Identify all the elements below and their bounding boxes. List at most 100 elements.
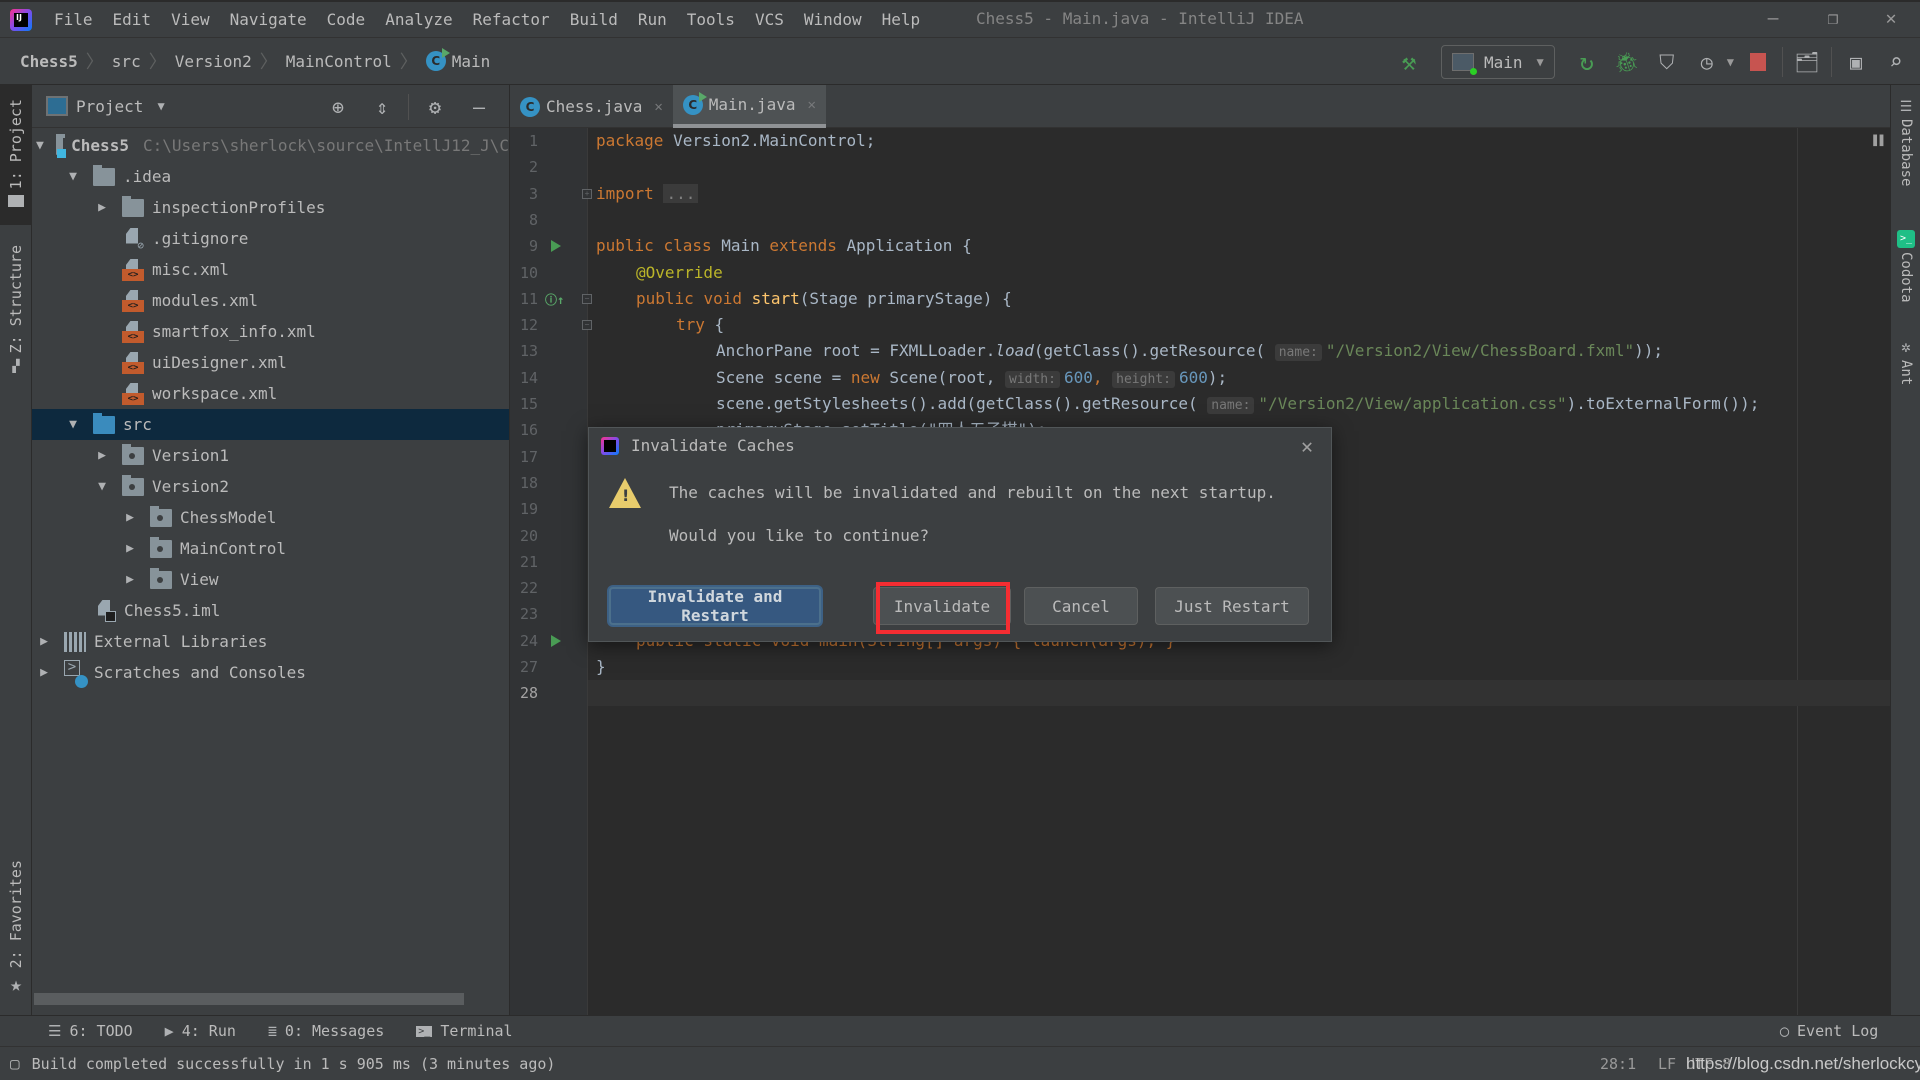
gear-icon[interactable]: ⚙ bbox=[413, 95, 457, 119]
stop-icon[interactable] bbox=[1738, 44, 1778, 80]
fold-collapse-icon[interactable]: − bbox=[582, 294, 592, 304]
close-tab-icon[interactable]: ✕ bbox=[807, 97, 815, 113]
rerun-icon[interactable]: ↻ bbox=[1567, 44, 1607, 80]
tool-window-todo[interactable]: ☰ 6: TODO bbox=[48, 1022, 133, 1040]
expand-arrow-icon[interactable]: ▼ bbox=[65, 417, 81, 432]
menu-view[interactable]: View bbox=[161, 10, 220, 29]
run-class-gutter-icon[interactable] bbox=[551, 240, 561, 252]
chevron-down-icon[interactable]: ▼ bbox=[157, 99, 164, 113]
tree-item-chess5-iml[interactable]: Chess5.iml bbox=[32, 595, 509, 626]
project-panel-title[interactable]: Project bbox=[76, 97, 143, 116]
cancel-button[interactable]: Cancel bbox=[1024, 587, 1138, 625]
breadcrumb-version2[interactable]: Version2 bbox=[175, 52, 252, 71]
debug-icon[interactable]: 🐞︎ bbox=[1607, 44, 1647, 80]
close-icon[interactable]: ✕ bbox=[1301, 434, 1313, 458]
close-tab-icon[interactable]: ✕ bbox=[654, 99, 662, 115]
collapse-all-icon[interactable]: ⇕ bbox=[360, 95, 404, 119]
tree-item-misc-xml[interactable]: misc.xml bbox=[32, 254, 509, 285]
menu-refactor[interactable]: Refactor bbox=[463, 10, 560, 29]
tab-favorites[interactable]: 2: Favorites ★ bbox=[0, 860, 32, 1010]
run-anything-icon[interactable]: ▣ bbox=[1836, 44, 1876, 80]
expand-arrow-icon[interactable]: ▼ bbox=[65, 169, 81, 184]
hide-panel-icon[interactable]: — bbox=[457, 95, 501, 119]
collapse-arrow-icon[interactable]: ▶ bbox=[122, 510, 138, 525]
just-restart-button[interactable]: Just Restart bbox=[1155, 587, 1309, 625]
search-icon[interactable]: ⌕ bbox=[1876, 44, 1916, 80]
folded-imports[interactable]: ... bbox=[663, 184, 699, 203]
tool-window-run[interactable]: ▶ 4: Run bbox=[165, 1022, 236, 1040]
breadcrumb-chess5[interactable]: Chess5 bbox=[20, 52, 78, 71]
coverage-icon[interactable]: ⛉ bbox=[1647, 44, 1687, 80]
tree-item-version2[interactable]: ▼ Version2 bbox=[32, 471, 509, 502]
tree-item-external-libraries[interactable]: ▶ External Libraries bbox=[32, 626, 509, 657]
locate-file-icon[interactable]: ⊕ bbox=[316, 95, 360, 119]
run-main-gutter-icon[interactable] bbox=[551, 635, 561, 647]
tree-item-gitignore[interactable]: .gitignore bbox=[32, 223, 509, 254]
tree-item-scratches[interactable]: ▶ Scratches and Consoles bbox=[32, 657, 509, 688]
collapse-arrow-icon[interactable]: ▶ bbox=[94, 448, 110, 463]
menu-analyze[interactable]: Analyze bbox=[375, 10, 462, 29]
tree-item-chess5[interactable]: ▼ Chess5 C:\Users\sherlock\source\Intell… bbox=[32, 130, 509, 161]
run-config-selector[interactable]: Main ▼ bbox=[1441, 45, 1555, 79]
minimize-icon[interactable]: — bbox=[1758, 8, 1788, 29]
tree-item-workspace-xml[interactable]: workspace.xml bbox=[32, 378, 509, 409]
menu-code[interactable]: Code bbox=[317, 10, 376, 29]
expand-arrow-icon[interactable]: ▼ bbox=[94, 479, 110, 494]
tree-item-uidesigner-xml[interactable]: uiDesigner.xml bbox=[32, 347, 509, 378]
menu-tools[interactable]: Tools bbox=[677, 10, 745, 29]
menu-file[interactable]: File bbox=[44, 10, 103, 29]
build-status-message[interactable]: Build completed successfully in 1 s 905 … bbox=[32, 1055, 556, 1073]
collapse-arrow-icon[interactable]: ▶ bbox=[94, 200, 110, 215]
menu-vcs[interactable]: VCS bbox=[745, 10, 794, 29]
line-separator[interactable]: LF bbox=[1658, 1055, 1676, 1073]
tree-item-inspectionprofiles[interactable]: ▶ inspectionProfiles bbox=[32, 192, 509, 223]
tab-codota[interactable]: >_ Codota bbox=[1891, 230, 1920, 303]
invalidate-and-restart-button[interactable]: Invalidate and Restart bbox=[609, 587, 821, 625]
expand-arrow-icon[interactable]: ▼ bbox=[36, 138, 44, 153]
tab-main-java[interactable]: C Main.java ✕ bbox=[672, 85, 826, 128]
tree-item-chessmodel[interactable]: ▶ ChessModel bbox=[32, 502, 509, 533]
menu-help[interactable]: Help bbox=[872, 10, 931, 29]
menu-edit[interactable]: Edit bbox=[103, 10, 162, 29]
tool-window-terminal[interactable]: >_ Terminal bbox=[416, 1022, 513, 1040]
breadcrumb-maincontrol[interactable]: MainControl bbox=[286, 52, 392, 71]
toggle-tool-windows-icon[interactable]: ▢ bbox=[10, 1054, 20, 1073]
menu-run[interactable]: Run bbox=[628, 10, 677, 29]
tab-structure[interactable]: Z: Structure ▞ bbox=[0, 245, 32, 395]
tree-item-modules-xml[interactable]: modules.xml bbox=[32, 285, 509, 316]
pause-icon[interactable]: ❚❚ bbox=[1871, 132, 1886, 148]
menu-window[interactable]: Window bbox=[794, 10, 872, 29]
tree-item-maincontrol[interactable]: ▶ MainControl bbox=[32, 533, 509, 564]
breadcrumb-src[interactable]: src bbox=[112, 52, 141, 71]
tab-chess-java[interactable]: C Chess.java ✕ bbox=[510, 85, 673, 128]
tree-item-smartfox-info-xml[interactable]: smartfox_info.xml bbox=[32, 316, 509, 347]
restore-icon[interactable]: ❐ bbox=[1818, 8, 1848, 29]
tab-project[interactable]: 1: Project bbox=[0, 85, 32, 225]
collapse-arrow-icon[interactable]: ▶ bbox=[36, 634, 52, 649]
build-hammer-icon[interactable]: ⚒ bbox=[1389, 44, 1429, 80]
profile-icon[interactable]: ◷ bbox=[1687, 44, 1727, 80]
fold-expand-icon[interactable]: + bbox=[582, 189, 592, 199]
collapse-arrow-icon[interactable]: ▶ bbox=[36, 665, 52, 680]
menu-navigate[interactable]: Navigate bbox=[220, 10, 317, 29]
horizontal-scrollbar[interactable] bbox=[34, 993, 464, 1005]
tab-database[interactable]: ☰ Database bbox=[1891, 99, 1920, 186]
project-structure-icon[interactable]: 🗂︎ bbox=[1787, 44, 1827, 80]
tool-window-messages[interactable]: ≣ 0: Messages bbox=[268, 1022, 384, 1040]
tree-item-version1[interactable]: ▶ Version1 bbox=[32, 440, 509, 471]
caret-position[interactable]: 28:1 bbox=[1600, 1055, 1636, 1073]
breadcrumb-main[interactable]: C Main bbox=[425, 48, 490, 71]
tree-item-view[interactable]: ▶ View bbox=[32, 564, 509, 595]
tree-item-idea[interactable]: ▼ .idea bbox=[32, 161, 509, 192]
collapse-arrow-icon[interactable]: ▶ bbox=[122, 541, 138, 556]
event-log-button[interactable]: ◯ Event Log bbox=[1780, 1022, 1878, 1040]
invalidate-button[interactable]: Invalidate bbox=[873, 587, 1011, 625]
close-window-icon[interactable]: ✕ bbox=[1876, 8, 1906, 29]
tree-item-src[interactable]: ▼ src bbox=[32, 409, 509, 440]
menu-build[interactable]: Build bbox=[560, 10, 628, 29]
profile-dropdown-icon[interactable]: ▼ bbox=[1727, 55, 1734, 69]
collapse-arrow-icon[interactable]: ▶ bbox=[122, 572, 138, 587]
fold-collapse-icon[interactable]: − bbox=[582, 320, 592, 330]
tab-ant[interactable]: ✲ Ant bbox=[1891, 337, 1920, 385]
override-method-icon[interactable]: ⓘ↑ bbox=[545, 291, 564, 308]
